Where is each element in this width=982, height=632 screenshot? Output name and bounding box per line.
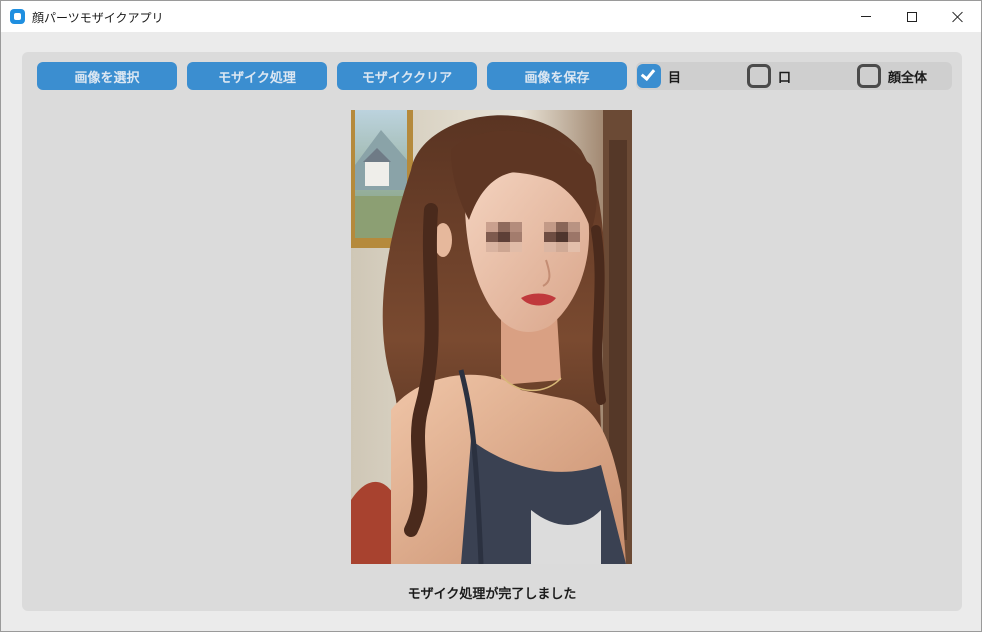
main-frame: 画像を選択 モザイク処理 モザイククリア 画像を保存 目 口 顔全体 モザイク処… bbox=[22, 52, 962, 611]
portrait-photo bbox=[351, 110, 632, 564]
whole-face-checkbox[interactable]: 顔全体 bbox=[857, 64, 927, 88]
checkmark-icon bbox=[640, 65, 656, 82]
minimize-button[interactable] bbox=[843, 1, 889, 32]
app-icon bbox=[10, 9, 25, 24]
status-message: モザイク処理が完了しました bbox=[407, 587, 577, 602]
maximize-button[interactable] bbox=[889, 1, 935, 32]
mouth-checkbox-label: 口 bbox=[778, 70, 792, 86]
eyes-checkbox-label: 目 bbox=[668, 70, 682, 86]
maximize-icon bbox=[907, 11, 917, 22]
mosaic-target-options: 目 口 顔全体 bbox=[636, 62, 952, 90]
image-preview bbox=[351, 110, 632, 564]
mosaic-clear-button[interactable]: モザイククリア bbox=[337, 62, 477, 90]
eyes-checkbox-box[interactable] bbox=[637, 64, 661, 88]
select-image-button[interactable]: 画像を選択 bbox=[37, 62, 177, 90]
mosaic-process-button[interactable]: モザイク処理 bbox=[187, 62, 327, 90]
whole-face-checkbox-box[interactable] bbox=[857, 64, 881, 88]
eyes-checkbox[interactable]: 目 bbox=[637, 64, 681, 88]
mouth-checkbox-box[interactable] bbox=[747, 64, 771, 88]
whole-face-checkbox-label: 顔全体 bbox=[888, 70, 928, 86]
window-title: 顔パーツモザイクアプリ bbox=[32, 11, 164, 25]
mouth-checkbox[interactable]: 口 bbox=[747, 64, 791, 88]
close-button[interactable] bbox=[935, 1, 981, 32]
close-icon bbox=[952, 11, 964, 23]
app-window: 顔パーツモザイクアプリ 画像を選択 モザイク処理 モザイククリア 画像を保存 目… bbox=[0, 0, 982, 632]
title-bar[interactable]: 顔パーツモザイクアプリ bbox=[1, 1, 981, 32]
minimize-icon bbox=[861, 16, 871, 17]
save-image-button[interactable]: 画像を保存 bbox=[487, 62, 627, 90]
